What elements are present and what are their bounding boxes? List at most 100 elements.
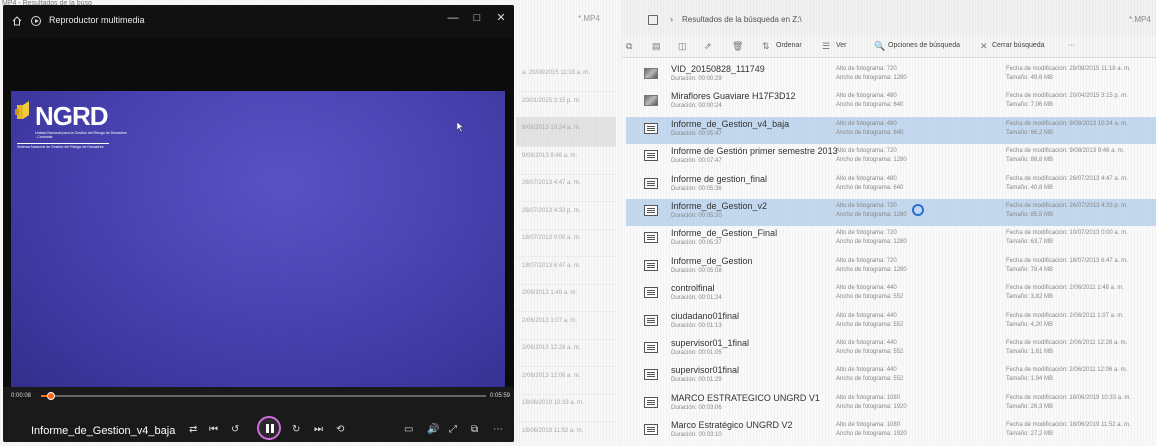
view-button[interactable]: Ver [836, 42, 847, 49]
file-name: controlfinal [671, 283, 715, 294]
file-duration: Duración: 00:00:24 [671, 103, 722, 110]
file-row[interactable]: controlfinal Duración: 00:01:24 Alto de fo… [626, 281, 1156, 308]
modified-date: Fecha de modificación: 9/08/2013 10:24 a… [1006, 120, 1128, 127]
video-file-icon [644, 177, 658, 189]
file-row[interactable]: Miraflores Guaviare H17F3D12 Duración: 00… [626, 89, 1156, 116]
file-row[interactable]: ciudadano01final Duración: 00:01:13 Alto d… [626, 309, 1156, 336]
background-row[interactable]: 18/07/2013 0:00 a. m. [516, 227, 616, 257]
file-name: Informe de gestion_final [671, 173, 768, 184]
file-row[interactable]: supervisor01_1final Duración: 00:01:05 Alt… [626, 336, 1156, 363]
fullscreen-icon[interactable]: ⤢ [449, 423, 457, 437]
modified-date: Fecha de modificación: 20/04/2015 3:15 p… [1006, 93, 1128, 100]
video-file-icon [644, 424, 658, 436]
breadcrumb[interactable]: Resultados de la búsqueda en Z:\ [682, 15, 802, 24]
seek-thumb[interactable] [46, 392, 55, 400]
frame-height: Alto de fotograma: 1080 [836, 394, 901, 401]
background-row[interactable]: 18/06/2019 11:52 a. m. [516, 420, 616, 446]
background-row[interactable]: 2/06/2013 1:48 a. m. [516, 282, 616, 312]
delete-icon[interactable]: 🗑 [732, 41, 743, 52]
chevron-right-icon[interactable]: › [670, 14, 673, 24]
search-results-list: VID_20150828_111749 Duración: 00:00:29 Alt… [622, 58, 1156, 446]
home-icon[interactable] [12, 16, 22, 26]
forward-icon[interactable]: ↻ [292, 423, 300, 437]
file-row[interactable]: Informe de Gestión primer semestre 2013 D… [626, 144, 1156, 171]
subtitles-icon[interactable]: ▭ [404, 423, 413, 437]
background-row[interactable]: 26/07/2013 4:47 a. m. [516, 172, 616, 202]
close-button[interactable]: ✕ [489, 9, 513, 27]
video-file-icon [644, 150, 658, 162]
search-options-icon: 🔍 [874, 41, 886, 51]
file-duration: Duración: 00:07:47 [671, 158, 722, 165]
file-row[interactable]: supervisor01final Duración: 00:01:29 Alto … [626, 363, 1156, 390]
background-row-date: 2/06/2013 12:28 a. m. [522, 345, 581, 351]
next-icon[interactable]: ⏭ [314, 423, 323, 437]
copy-icon[interactable]: ⧉ [626, 41, 632, 52]
current-time: 0:00:08 [11, 393, 32, 399]
frame-height: Alto de fotograma: 440 [836, 340, 897, 346]
file-size: Tamaño: 85,5 MB [1006, 212, 1054, 218]
shuffle-icon[interactable]: ⇄ [189, 423, 197, 437]
frame-height: Alto de fotograma: 720 [836, 257, 897, 264]
pause-button[interactable] [257, 416, 281, 440]
maximize-button[interactable]: □ [465, 9, 489, 27]
search-filter-text[interactable]: *.MP4 [1129, 15, 1151, 24]
video-file-icon [644, 122, 658, 134]
file-row[interactable]: Informe de gestion_final Duración: 00:05:… [626, 172, 1156, 199]
frame-height: Alto de fotograma: 720 [836, 66, 897, 72]
file-size: Tamaño: 40,8 MB [1006, 184, 1054, 191]
background-row[interactable]: 2/06/2013 12:28 a. m. [516, 337, 616, 367]
file-row[interactable]: Informe_de_Gestion_Final Duración: 00:05:… [626, 226, 1156, 253]
sort-button[interactable]: Ordenar [776, 42, 802, 49]
file-name: Informe_de_Gestion_v2 [671, 201, 768, 211]
background-row[interactable]: 2/06/2013 12:06 a. m. [516, 365, 616, 395]
repeat-icon[interactable]: ⟲ [336, 423, 344, 437]
miniplayer-icon[interactable]: ⧉ [471, 423, 478, 437]
rename-icon[interactable]: ◫ [678, 41, 687, 52]
file-row[interactable]: VID_20150828_111749 Duración: 00:00:29 Alt… [626, 62, 1156, 89]
file-row[interactable]: Informe_de_Gestion_v2 Duración: 00:05:20 A… [626, 199, 1156, 226]
modified-date: Fecha de modificación: 18/07/2013 6:47 a… [1006, 257, 1128, 264]
seek-bar[interactable] [41, 392, 486, 400]
file-duration: Duración: 00:05:37 [671, 240, 722, 247]
logo-divider [17, 143, 109, 144]
background-row[interactable]: 18/07/2013 6:47 a. m. [516, 255, 616, 285]
more-options-icon[interactable]: ⋯ [493, 423, 503, 437]
background-row-date: 2/06/2013 1:48 a. m. [522, 290, 578, 296]
sort-icon: ⇅ [762, 41, 770, 51]
video-thumbnail-icon [644, 68, 658, 79]
file-row[interactable]: Marco Estratégico UNGRD V2 Duración: 00:0… [626, 418, 1156, 445]
modified-date: Fecha de modificación: 18/06/2019 11:52 … [1006, 422, 1131, 429]
background-row[interactable]: 2/06/2013 1:07 a. m. [516, 310, 616, 340]
background-row[interactable]: 20/01/2015 3:15 p. m. [516, 90, 616, 120]
file-size: Tamaño: 7,06 MB [1006, 102, 1054, 109]
frame-width: Ancho de fotograma: 552 [836, 321, 904, 328]
paste-icon[interactable]: ▤ [652, 41, 661, 52]
background-row-date: 26/07/2013 4:47 a. m. [522, 180, 581, 186]
window-icon [648, 15, 658, 25]
file-name: Informe_de_Gestion_v4_baja [671, 118, 790, 129]
file-name: ciudadano01final [671, 310, 740, 321]
more-toolbar-button[interactable]: ··· [1068, 42, 1075, 49]
modified-date: Fecha de modificación: 28/08/2015 11:18 … [1006, 66, 1131, 72]
search-options-button[interactable]: Opciones de búsqueda [888, 42, 960, 49]
frame-width: Ancho de fotograma: 1920 [836, 403, 907, 410]
background-row[interactable]: 18/06/2019 10:33 a. m. [516, 392, 616, 422]
rewind-icon[interactable]: ↺ [231, 423, 239, 437]
frame-width: Ancho de fotograma: 1280 [836, 239, 907, 246]
previous-icon[interactable]: ⏮ [209, 423, 218, 437]
busy-cursor-icon [912, 204, 924, 216]
file-row[interactable]: Informe_de_Gestion Duración: 00:05:08 Alto… [626, 254, 1156, 281]
background-row[interactable]: a. 20/08/2015 11:18 a. m. [516, 62, 616, 92]
modified-date: Fecha de modificación: 26/07/2013 4:33 p… [1006, 203, 1128, 209]
file-name: Miraflores Guaviare H17F3D12 [671, 91, 796, 102]
background-row[interactable]: 26/07/2013 4:33 p. m. [516, 200, 616, 230]
file-row[interactable]: Informe_de_Gestion_v4_baja Duración: 00:0… [626, 116, 1156, 144]
background-row[interactable]: 9/08/2013 10:24 a. m. [516, 117, 616, 147]
desktop-screenshot: MP4 - Resultados de la búsq *.MP4 a. 20/… [0, 0, 1156, 446]
volume-icon[interactable]: 🔊 [427, 423, 439, 437]
background-row[interactable]: 9/08/2013 9:46 a. m. [516, 145, 616, 175]
minimize-button[interactable]: — [441, 9, 465, 27]
close-search-button[interactable]: Cerrar búsqueda [992, 42, 1045, 49]
share-icon[interactable]: ⇗ [704, 41, 712, 52]
file-row[interactable]: MARCO ESTRATEGICO UNGRD V1 Duración: 00:0… [626, 391, 1156, 418]
